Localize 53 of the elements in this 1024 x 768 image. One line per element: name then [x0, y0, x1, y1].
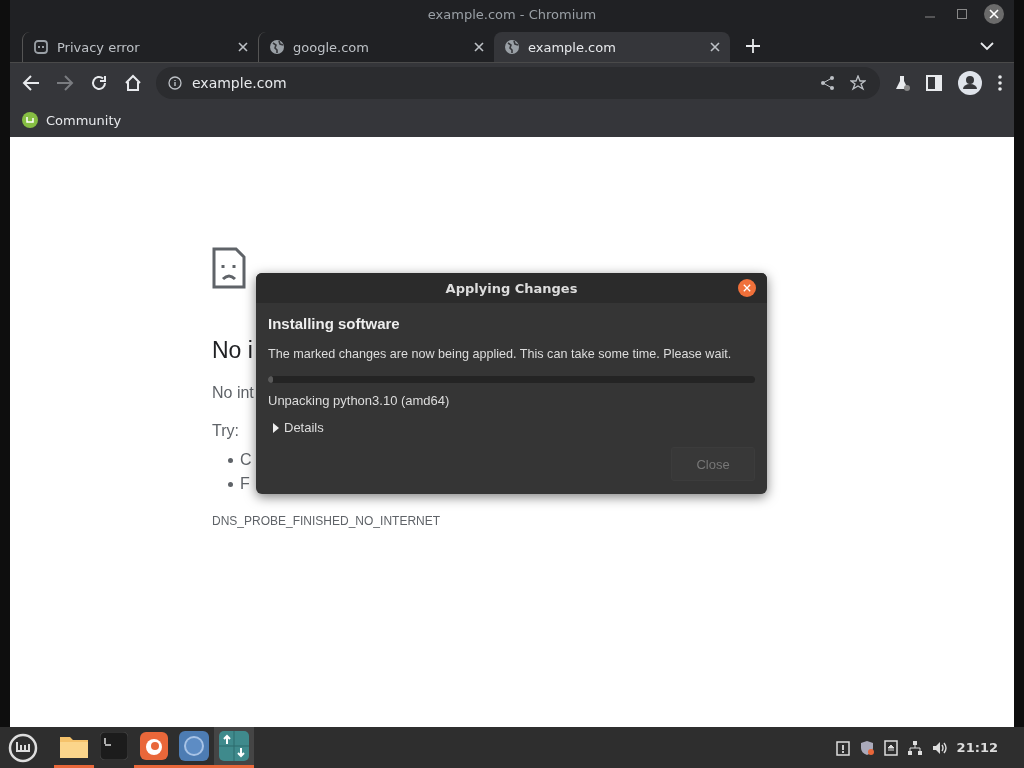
globe-icon	[504, 39, 520, 55]
browser-tab[interactable]: Privacy error	[22, 32, 258, 62]
dialog-title: Applying Changes	[445, 280, 578, 296]
error-code: DNS_PROBE_FINISHED_NO_INTERNET	[212, 514, 441, 528]
tab-search-button[interactable]	[978, 39, 996, 53]
address-bar[interactable]: example.com	[156, 67, 880, 99]
try-label: Try:	[212, 422, 239, 440]
error-message: No int	[212, 384, 254, 402]
network-icon[interactable]	[906, 739, 923, 756]
sad-document-icon	[212, 247, 246, 289]
eject-icon[interactable]	[883, 739, 898, 756]
fox-browser-icon	[140, 732, 168, 760]
tab-close-button[interactable]	[474, 42, 484, 52]
suggestion-text: C	[240, 451, 252, 469]
browser-tab[interactable]: google.com	[258, 32, 494, 62]
tab-close-button[interactable]	[710, 42, 720, 52]
close-icon	[238, 42, 248, 52]
dialog-close-button[interactable]	[738, 279, 756, 297]
close-icon	[989, 9, 999, 19]
update-manager-icon	[219, 731, 249, 761]
clock[interactable]: 21:12	[956, 740, 998, 755]
browser-icon	[179, 731, 209, 761]
close-button[interactable]	[984, 4, 1004, 24]
info-icon	[168, 76, 182, 90]
menu-button[interactable]	[996, 73, 1004, 93]
bullet-icon	[228, 481, 233, 487]
globe-icon	[269, 39, 285, 55]
error-heading: No i	[212, 337, 253, 364]
profile-button[interactable]	[956, 69, 984, 97]
expander-arrow-icon	[272, 422, 280, 433]
maximize-icon[interactable]	[957, 9, 967, 19]
dialog-message: The marked changes are now being applied. This can take some time. Please wait.	[268, 346, 732, 362]
tab-close-button[interactable]	[238, 42, 248, 52]
bookmark-star-button[interactable]	[848, 73, 868, 93]
new-tab-button[interactable]	[744, 37, 762, 55]
details-expander[interactable]: Details	[268, 420, 328, 435]
browser-tab[interactable]: example.com	[494, 32, 730, 62]
close-icon	[474, 42, 484, 52]
dialog-heading: Installing software	[268, 315, 401, 332]
bullet-icon	[228, 457, 233, 463]
window-title: example.com - Chromium	[427, 6, 597, 22]
bookmark-link[interactable]: Community	[22, 112, 122, 128]
side-panel-button[interactable]	[924, 73, 944, 93]
suggestion-text: F	[240, 475, 250, 493]
clipboard-alert-icon[interactable]	[835, 739, 850, 756]
page-icon	[33, 39, 49, 55]
leaf-logo-icon	[22, 112, 38, 128]
taskbar-app-button[interactable]	[214, 727, 254, 768]
status-text: Unpacking python3.10 (amd64)	[268, 393, 450, 408]
close-icon	[710, 42, 720, 52]
terminal-icon	[100, 732, 128, 760]
shield-icon[interactable]	[858, 739, 875, 756]
close-icon	[743, 284, 751, 292]
